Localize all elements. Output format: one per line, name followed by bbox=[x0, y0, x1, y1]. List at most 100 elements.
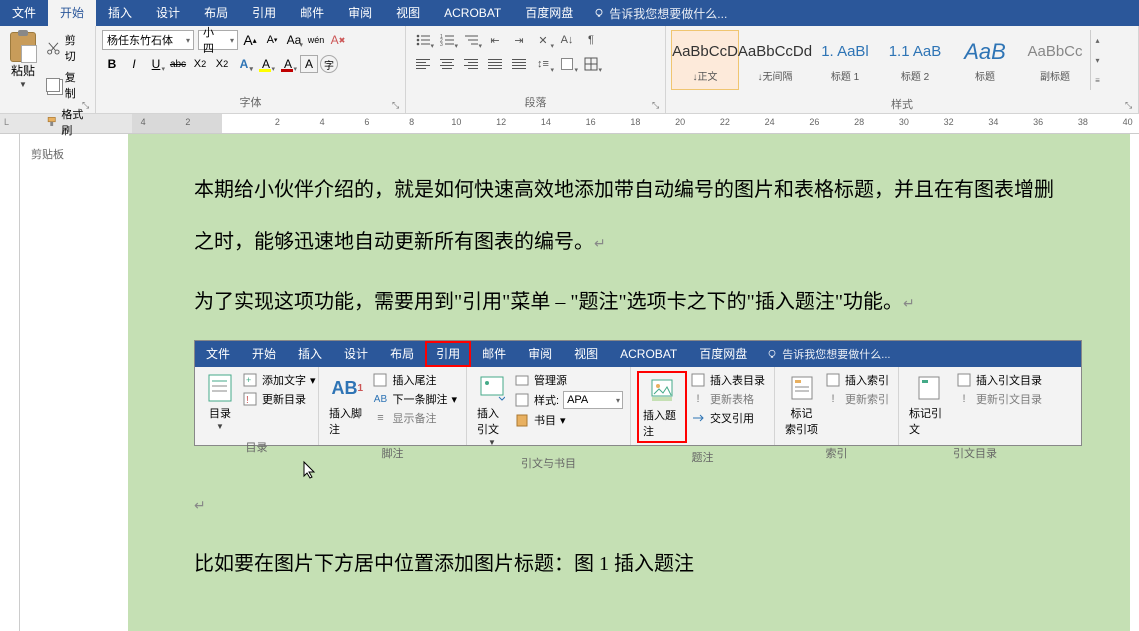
style-normal[interactable]: AaBbCcD↓正文 bbox=[671, 30, 739, 90]
decrease-indent-button[interactable]: ⇤ bbox=[484, 30, 506, 50]
paragraph-1[interactable]: 本期给小伙伴介绍的，就是如何快速高效地添加带自动编号的图片和表格标题，并且在有图… bbox=[194, 164, 1064, 268]
tab-file[interactable]: 文件 bbox=[0, 0, 48, 26]
enclose-char-button[interactable]: 字 bbox=[320, 55, 338, 73]
align-justify-button[interactable] bbox=[484, 54, 506, 74]
copy-button[interactable]: 复制 bbox=[42, 67, 89, 103]
cursor-icon bbox=[302, 460, 318, 480]
page-background: 本期给小伙伴介绍的，就是如何快速高效地添加带自动编号的图片和表格标题，并且在有图… bbox=[128, 134, 1130, 631]
font-name-combo[interactable]: 杨任东竹石体 bbox=[102, 30, 194, 50]
tab-acrobat[interactable]: ACROBAT bbox=[432, 0, 513, 26]
embed-manage-sources: 管理源 bbox=[511, 371, 626, 389]
shading-button[interactable] bbox=[556, 54, 578, 74]
style-name-label: ↓无间隔 bbox=[758, 68, 793, 83]
style-heading2[interactable]: 1.1 AaB标题 2 bbox=[881, 30, 949, 90]
clear-formatting-button[interactable]: A✖ bbox=[328, 30, 348, 50]
numbering-button[interactable]: 123 bbox=[436, 30, 458, 50]
style-name-label: 标题 1 bbox=[831, 68, 859, 83]
paragraph-2[interactable]: 为了实现这项功能，需要用到"引用"菜单 – "题注"选项卡之下的"插入题注"功能… bbox=[194, 276, 1064, 328]
ruler-horizontal[interactable]: L 42246810121416182022242628303234363840 bbox=[0, 114, 1139, 134]
clipboard-launcher[interactable]: ⤡ bbox=[82, 100, 92, 110]
italic-button[interactable]: I bbox=[124, 54, 144, 74]
change-case-button[interactable]: Aa bbox=[284, 30, 304, 50]
tab-layout[interactable]: 布局 bbox=[192, 0, 240, 26]
tell-me-text: 告诉我您想要做什么... bbox=[609, 5, 727, 22]
gallery-more[interactable]: ≡ bbox=[1091, 70, 1104, 90]
embed-insert-toa: 插入引文目录 bbox=[953, 371, 1045, 389]
tab-view[interactable]: 视图 bbox=[384, 0, 432, 26]
style-heading1[interactable]: 1. AaBl标题 1 bbox=[811, 30, 879, 90]
shrink-font-button[interactable]: A▾ bbox=[262, 30, 282, 50]
book-icon bbox=[514, 412, 530, 428]
document-scroll[interactable]: 本期给小伙伴介绍的，就是如何快速高效地添加带自动编号的图片和表格标题，并且在有图… bbox=[20, 134, 1139, 631]
tell-me-search[interactable]: 告诉我您想要做什么... bbox=[593, 5, 727, 22]
show-marks-button[interactable]: ¶ bbox=[580, 30, 602, 50]
sort-button[interactable]: A↓ bbox=[556, 30, 578, 50]
align-right-button[interactable] bbox=[460, 54, 482, 74]
font-launcher[interactable]: ⤡ bbox=[392, 100, 402, 110]
group-font-label: 字体 bbox=[96, 92, 405, 113]
paragraph-3[interactable]: 比如要在图片下方居中位置添加图片标题：图 1 插入题注 bbox=[194, 538, 1064, 590]
align-center-button[interactable] bbox=[436, 54, 458, 74]
chevron-down-icon: ▼ bbox=[19, 80, 27, 89]
gallery-down[interactable]: ▾ bbox=[1091, 50, 1104, 70]
manage-icon bbox=[514, 372, 530, 388]
ruler-vertical[interactable] bbox=[0, 134, 20, 631]
style-preview: 1.1 AaB bbox=[889, 38, 942, 66]
grow-font-button[interactable]: A▴ bbox=[240, 30, 260, 50]
underline-button[interactable]: U bbox=[146, 54, 166, 74]
embed-tab-insert: 插入 bbox=[287, 341, 333, 367]
group-styles: AaBbCcD↓正文 AaBbCcDd ↓无间隔 1. AaBl标题 1 1.1 … bbox=[666, 26, 1139, 113]
tab-design[interactable]: 设计 bbox=[144, 0, 192, 26]
bold-button[interactable]: B bbox=[102, 54, 122, 74]
style-nospacing[interactable]: AaBbCcDd ↓无间隔 bbox=[741, 30, 809, 90]
superscript-button[interactable]: X2 bbox=[212, 54, 232, 74]
paragraph-launcher[interactable]: ⤡ bbox=[652, 100, 662, 110]
tab-baidu[interactable]: 百度网盘 bbox=[513, 0, 585, 26]
tab-mailings[interactable]: 邮件 bbox=[288, 0, 336, 26]
text-effects-button[interactable]: A bbox=[234, 54, 254, 74]
phonetic-guide-button[interactable]: wén bbox=[306, 30, 326, 50]
bullets-button[interactable] bbox=[412, 30, 434, 50]
svg-text:+: + bbox=[246, 375, 251, 385]
subscript-button[interactable]: X2 bbox=[190, 54, 210, 74]
style-preview: AaBbCc bbox=[1027, 38, 1082, 66]
increase-indent-button[interactable]: ⇥ bbox=[508, 30, 530, 50]
font-size-combo[interactable]: 小四 bbox=[198, 30, 238, 50]
insert-toa-icon bbox=[956, 372, 972, 388]
cut-button[interactable]: 剪切 bbox=[42, 30, 89, 66]
paste-label: 粘贴 bbox=[11, 62, 35, 79]
embed-tab-baidu: 百度网盘 bbox=[688, 341, 758, 367]
align-left-button[interactable] bbox=[412, 54, 434, 74]
style-title[interactable]: AaB标题 bbox=[951, 30, 1019, 90]
styles-launcher[interactable]: ⤡ bbox=[1125, 100, 1135, 110]
multilevel-button[interactable] bbox=[460, 30, 482, 50]
ruler-numbers: 42246810121416182022242628303234363840 bbox=[132, 117, 1139, 127]
embed-update-table: !更新表格 bbox=[687, 390, 768, 408]
tab-review[interactable]: 审阅 bbox=[336, 0, 384, 26]
styles-gallery: AaBbCcD↓正文 AaBbCcDd ↓无间隔 1. AaBl标题 1 1.1 … bbox=[670, 30, 1104, 90]
strike-button[interactable]: abc bbox=[168, 54, 188, 74]
group-styles-label: 样式 bbox=[666, 94, 1138, 115]
asian-layout-button[interactable]: ✕ bbox=[532, 30, 554, 50]
align-distribute-button[interactable] bbox=[508, 54, 530, 74]
tab-references[interactable]: 引用 bbox=[240, 0, 288, 26]
line-spacing-button[interactable]: ↕≡ bbox=[532, 54, 554, 74]
embed-tab-file: 文件 bbox=[195, 341, 241, 367]
style-subtitle[interactable]: AaBbCc副标题 bbox=[1021, 30, 1089, 90]
embed-group-toa: 标记引文 插入引文目录 !更新引文目录 引文目录 bbox=[899, 367, 1051, 445]
paste-button[interactable]: 粘贴 ▼ bbox=[6, 30, 40, 91]
embed-group-footnotes: AB1 插入脚注 插入尾注 AB下一条脚注▾ ≡显示备注 脚注 bbox=[319, 367, 467, 445]
char-shading-button[interactable]: A bbox=[300, 55, 318, 73]
embed-tab-layout: 布局 bbox=[379, 341, 425, 367]
gallery-up[interactable]: ▴ bbox=[1091, 30, 1104, 50]
font-color-button[interactable]: A bbox=[278, 54, 298, 74]
embed-group-toa-label: 引文目录 bbox=[899, 443, 1051, 464]
tab-home[interactable]: 开始 bbox=[48, 0, 96, 26]
tab-insert[interactable]: 插入 bbox=[96, 0, 144, 26]
brush-icon bbox=[46, 114, 57, 130]
borders-button[interactable] bbox=[580, 54, 602, 74]
embed-mark-citation: 标记引文 bbox=[905, 371, 953, 439]
style-preview: AaBbCcDd bbox=[738, 38, 812, 66]
add-text-icon: + bbox=[242, 372, 258, 388]
highlight-button[interactable]: A bbox=[256, 54, 276, 74]
